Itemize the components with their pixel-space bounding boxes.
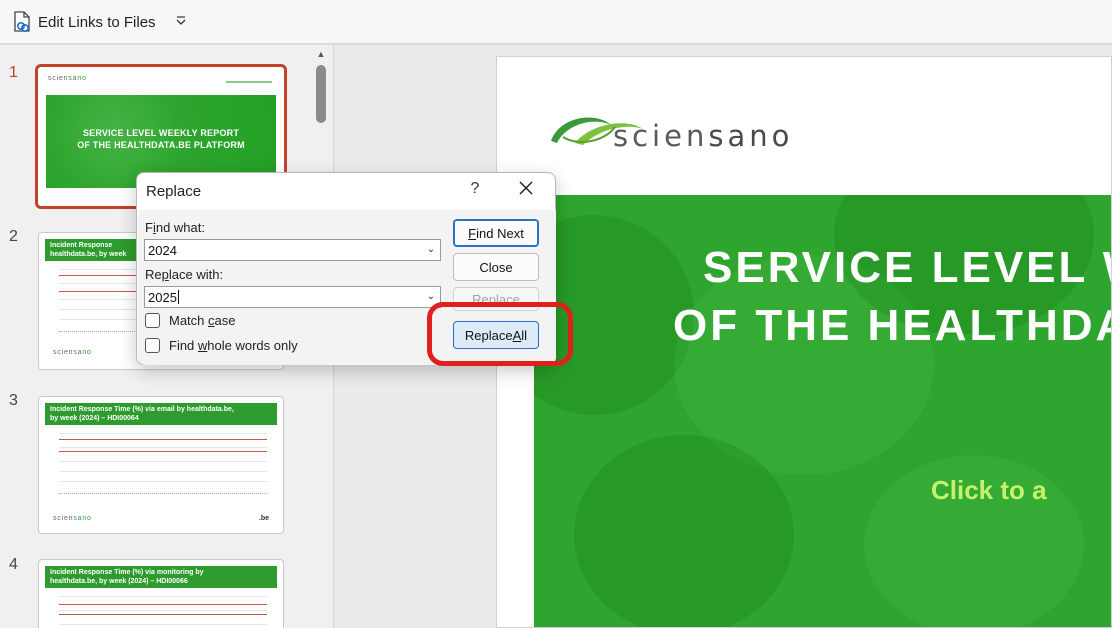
slide-number: 1 xyxy=(9,64,18,81)
match-case-label: Match case xyxy=(169,313,236,328)
close-button[interactable]: Close xyxy=(453,253,539,281)
thumbnail-chart xyxy=(59,596,267,628)
slide-title[interactable]: SERVICE LEVEL W OF THE HEALTHDA xyxy=(637,239,1111,355)
subtitle-placeholder[interactable]: Click to a xyxy=(931,475,1047,506)
scrollbar-thumb[interactable] xyxy=(316,65,326,123)
close-dialog-button[interactable] xyxy=(515,179,537,201)
thumbnail-tagline xyxy=(226,81,272,83)
chevron-down-icon[interactable]: ⌄ xyxy=(424,290,438,304)
find-what-value: 2024 xyxy=(148,243,177,258)
close-icon xyxy=(519,180,533,200)
chevron-down-icon xyxy=(175,15,187,29)
replace-with-label: Replace with: xyxy=(145,267,224,282)
thumbnail-logo: sciensano xyxy=(48,75,87,82)
checkbox-box[interactable] xyxy=(145,313,160,328)
sciensano-logo-text: sciensano xyxy=(613,119,794,153)
current-slide[interactable]: sciensano SERVICE LEVEL W OF THE HEALTHD… xyxy=(496,56,1112,628)
find-what-label: Find what: xyxy=(145,220,205,235)
slide-number: 4 xyxy=(9,556,18,573)
help-button[interactable]: ? xyxy=(465,180,485,200)
checkbox-box[interactable] xyxy=(145,338,160,353)
replace-all-highlight xyxy=(427,302,573,366)
thumbnail-title: SERVICE LEVEL WEEKLY REPORT OF THE HEALT… xyxy=(77,128,245,150)
chevron-down-icon[interactable]: ⌄ xyxy=(424,243,438,257)
find-what-combobox[interactable]: 2024 ⌄ xyxy=(144,239,441,261)
thumbnail-header: Incident Response Time (%) via email by … xyxy=(45,403,277,425)
slide-thumbnail-4[interactable]: Incident Response Time (%) via monitorin… xyxy=(38,559,284,628)
thumbnail-chart xyxy=(59,433,267,493)
whole-words-label: Find whole words only xyxy=(169,338,298,353)
replace-with-value: 2025 xyxy=(148,290,179,305)
thumbnail-be-label: .be xyxy=(258,515,269,522)
slide-number: 2 xyxy=(9,228,18,245)
slide-thumbnail-3[interactable]: Incident Response Time (%) via email by … xyxy=(38,396,284,534)
dialog-title: Replace xyxy=(146,183,202,200)
customize-toolbar-button[interactable] xyxy=(174,14,188,30)
scroll-up-arrow-icon[interactable]: ▲ xyxy=(316,49,326,59)
edit-links-icon xyxy=(12,11,32,33)
match-case-checkbox[interactable]: Match case xyxy=(145,313,235,328)
thumbnail-axis xyxy=(59,493,267,499)
text-caret xyxy=(177,290,179,304)
find-next-button[interactable]: Find Next xyxy=(453,219,539,247)
quick-toolbar: Edit Links to Files xyxy=(0,0,1112,44)
whole-words-checkbox[interactable]: Find whole words only xyxy=(145,338,298,353)
replace-with-combobox[interactable]: 2025 ⌄ xyxy=(144,286,441,308)
slide-number: 3 xyxy=(9,392,18,409)
thumbnail-logo: sciensano xyxy=(53,515,92,522)
edit-links-label: Edit Links to Files xyxy=(38,13,156,31)
thumbnail-header: Incident Response Time (%) via monitorin… xyxy=(45,566,277,588)
edit-links-button[interactable]: Edit Links to Files xyxy=(12,9,156,35)
thumbnail-logo: sciensano xyxy=(53,349,92,356)
